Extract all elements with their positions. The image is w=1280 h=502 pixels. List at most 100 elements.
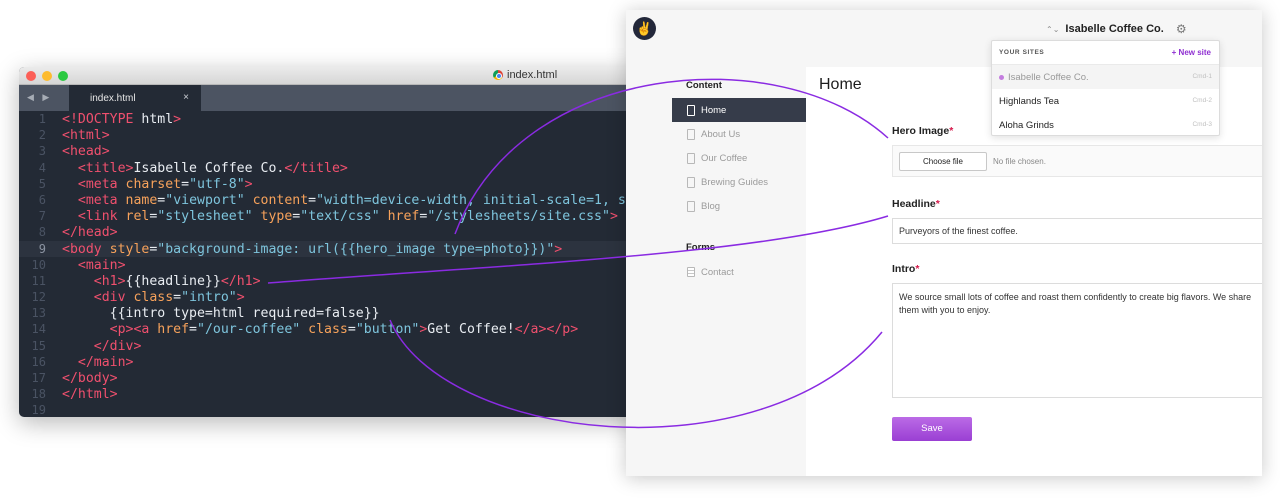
code-token: </h1> — [220, 273, 261, 289]
updown-chevron-icon: ⌃⌄ — [1046, 24, 1060, 34]
line-number: 1 — [38, 112, 46, 126]
new-site-link[interactable]: + New site — [1172, 48, 1211, 57]
code-line[interactable]: 6 <meta name="viewport" content="width=d… — [19, 192, 659, 208]
minimize-window-button[interactable] — [42, 71, 52, 81]
code-line[interactable]: 17 </body> — [19, 370, 659, 386]
sidebar-item-contact[interactable]: Contact — [672, 260, 806, 284]
code-token: "utf-8" — [189, 176, 245, 192]
code-line[interactable]: 16 </main> — [19, 354, 659, 370]
code-line[interactable]: 12 <div class="intro"> — [19, 289, 659, 305]
line-number: 17 — [31, 371, 46, 385]
site-option[interactable]: Aloha Grinds Cmd-3 — [992, 113, 1219, 137]
headline-label: Headline* — [892, 198, 940, 210]
code-line[interactable]: 13 {{intro type=html required=false}} — [19, 305, 659, 321]
intro-textarea[interactable]: We source small lots of coffee and roast… — [892, 283, 1262, 398]
zoom-window-button[interactable] — [58, 71, 68, 81]
line-number: 14 — [31, 322, 46, 337]
code-token: name — [125, 192, 158, 208]
page-icon — [687, 128, 695, 140]
code-token: "/our-coffee" — [197, 322, 309, 338]
site-option-name: Isabelle Coffee Co. — [999, 72, 1089, 83]
sidebar-item-about-us[interactable]: About Us — [672, 122, 806, 146]
headline-input[interactable]: Purveyors of the finest coffee. — [892, 218, 1262, 244]
code-token: charset — [125, 176, 182, 192]
code-token: <body — [62, 241, 110, 257]
line-number: 12 — [31, 290, 46, 305]
code-line[interactable]: 18 </html> — [19, 386, 659, 402]
code-token: <link — [62, 209, 126, 225]
sidebar-heading-content: Content — [686, 80, 722, 91]
code-token: "button" — [355, 322, 420, 338]
current-site-name: Isabelle Coffee Co. — [1065, 23, 1164, 35]
line-number: 9 — [38, 241, 46, 256]
site-option[interactable]: Isabelle Coffee Co. Cmd-1 — [992, 65, 1219, 89]
sidebar-item-our-coffee[interactable]: Our Coffee — [672, 146, 806, 170]
save-button[interactable]: Save — [892, 417, 972, 441]
code-token: content — [252, 192, 309, 208]
line-number: 18 — [31, 387, 46, 402]
sidebar-item-label: Home — [701, 104, 727, 116]
required-mark: * — [949, 125, 954, 137]
sidebar-heading-forms: Forms — [686, 242, 716, 253]
code-token: <h1> — [62, 273, 126, 289]
site-dropdown: YOUR SITES + New site Isabelle Coffee Co… — [991, 40, 1220, 136]
code-token: = — [189, 322, 197, 338]
dropdown-header: YOUR SITES + New site — [992, 41, 1219, 65]
editor-window-title: index.html — [493, 69, 557, 81]
no-file-text: No file chosen. — [993, 157, 1046, 166]
close-window-button[interactable] — [26, 71, 36, 81]
current-site-dot-icon — [999, 75, 1004, 80]
line-number: 11 — [31, 273, 46, 288]
code-token: html — [141, 112, 174, 127]
code-token: Get Coffee! — [427, 322, 515, 338]
code-line[interactable]: 4 <title>Isabelle Coffee Co.</title> — [19, 160, 659, 176]
line-number: 7 — [38, 209, 46, 224]
code-line[interactable]: 1 <!DOCTYPE html> — [19, 111, 659, 127]
site-option[interactable]: Highlands Tea Cmd-2 — [992, 89, 1219, 113]
code-token: "intro" — [181, 290, 237, 306]
code-line[interactable]: 15 </div> — [19, 338, 659, 354]
code-line[interactable]: 19 — [19, 402, 659, 417]
code-token: class — [133, 290, 174, 306]
code-token: <div — [62, 290, 134, 306]
tab-index-html[interactable]: index.html × — [69, 85, 201, 111]
sidebar-item-label: Brewing Guides — [701, 176, 769, 188]
app-logo-icon[interactable]: ✌ — [633, 17, 656, 40]
code-token: <meta — [62, 192, 126, 208]
code-line[interactable]: 2 <html> — [19, 127, 659, 143]
tab-nav-arrows-icon[interactable]: ◀ ▶ — [27, 92, 52, 103]
code-line[interactable]: 8 </head> — [19, 224, 659, 240]
code-token: </a></p> — [514, 322, 579, 338]
code-token: href — [157, 322, 190, 338]
code-token: <html> — [62, 128, 110, 144]
gear-icon[interactable]: ⚙ — [1176, 22, 1187, 36]
code-line[interactable]: 10 <main> — [19, 257, 659, 273]
code-token: {{intro type=html required=false}} — [62, 306, 380, 322]
site-shortcut: Cmd-2 — [1192, 97, 1212, 104]
code-token: <title> — [62, 160, 134, 176]
sidebar-item-brewing-guides[interactable]: Brewing Guides — [672, 170, 806, 194]
code-line[interactable]: 5 <meta charset="utf-8"> — [19, 176, 659, 192]
site-switcher[interactable]: ⌃⌄ Isabelle Coffee Co. ⚙ — [1046, 22, 1187, 36]
code-line[interactable]: 7 <link rel="stylesheet" type="text/css"… — [19, 208, 659, 224]
sidebar-item-home[interactable]: Home — [672, 98, 806, 122]
sidebar-item-blog[interactable]: Blog — [672, 194, 806, 218]
code-line[interactable]: 11 <h1>{{headline}}</h1> — [19, 273, 659, 289]
site-shortcut: Cmd-1 — [1192, 73, 1212, 80]
close-tab-icon[interactable]: × — [183, 92, 189, 103]
code-token: type — [260, 209, 293, 225]
site-option-label: Isabelle Coffee Co. — [1008, 72, 1089, 83]
code-line[interactable]: 3 <head> — [19, 143, 659, 159]
cms-window: ✌ ⌃⌄ Isabelle Coffee Co. ⚙ Content Home A… — [626, 10, 1262, 476]
choose-file-button[interactable]: Choose file — [899, 152, 987, 171]
line-number: 5 — [38, 176, 46, 191]
code-line[interactable]: 9 <body style="background-image: url({{he… — [19, 240, 659, 257]
code-line[interactable]: 14 <p><a href="/our-coffee" class="butto… — [19, 321, 659, 337]
line-number: 8 — [38, 225, 46, 240]
code-token: > — [236, 290, 245, 306]
editor-titlebar: index.html — [19, 67, 659, 85]
code-token: </head> — [62, 225, 118, 241]
code-token: <meta — [62, 176, 126, 192]
code-area[interactable]: 1 <!DOCTYPE html> 2 <html> 3 <head> 4 <title>I… — [19, 111, 659, 417]
page-icon — [687, 104, 695, 116]
